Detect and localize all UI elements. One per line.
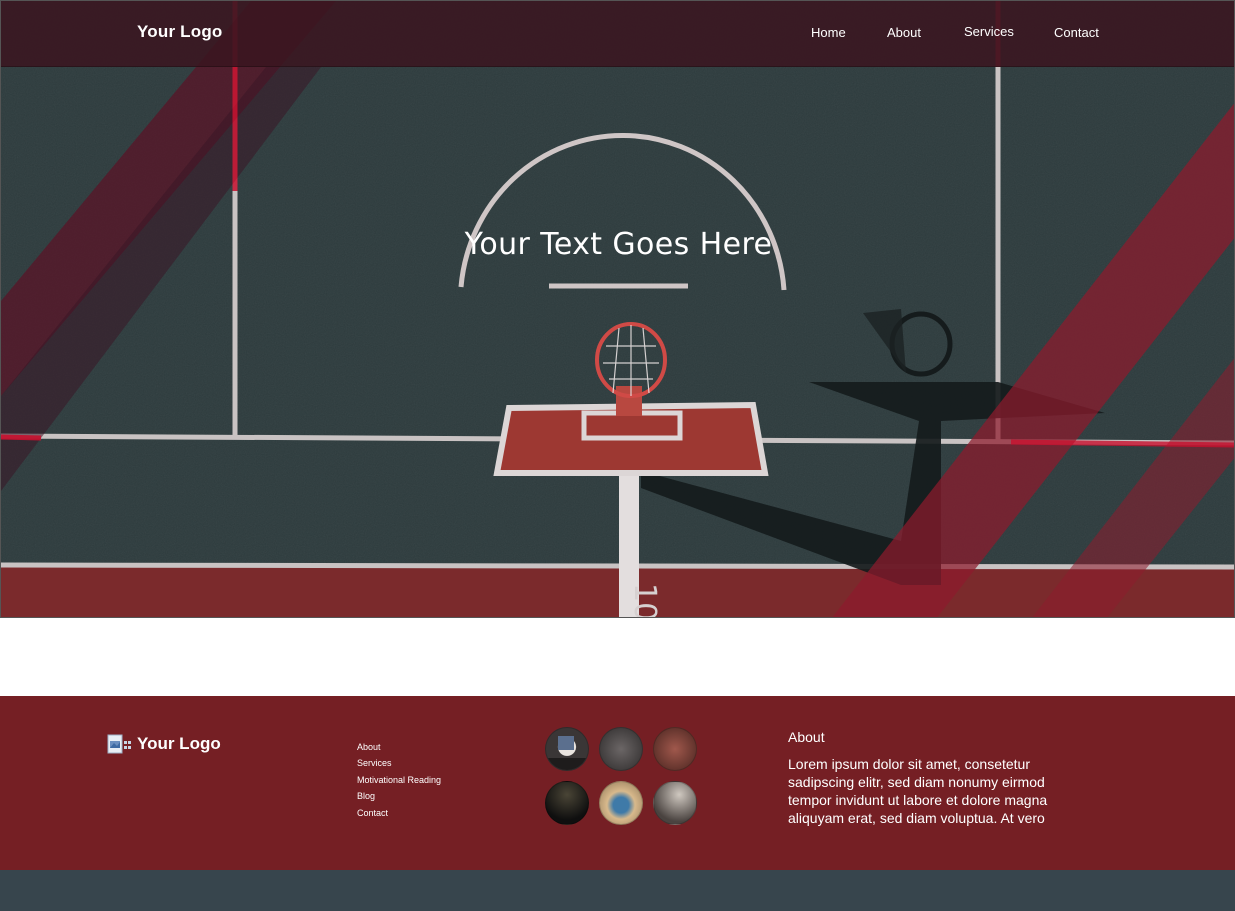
court-number: 10 [627, 583, 662, 618]
nav-home[interactable]: Home [811, 25, 846, 40]
footer-link-list: About Services Motivational Reading Blog… [357, 739, 441, 821]
header-logo[interactable]: Your Logo [137, 22, 223, 42]
hero-section: 10 Your Logo Home About Services Contact… [0, 0, 1235, 618]
gallery-thumbnail-crowd[interactable] [599, 727, 643, 771]
gallery-thumbnail-audience[interactable] [653, 727, 697, 771]
footer-link-blog[interactable]: Blog [357, 788, 441, 804]
gallery-thumbnail-hall[interactable] [653, 781, 697, 825]
nav-services[interactable]: Services [964, 24, 1014, 39]
gallery-thumbnail-speaker[interactable] [599, 781, 643, 825]
footer-link-services[interactable]: Services [357, 755, 441, 771]
bottom-bar [0, 870, 1235, 911]
hero-background-image: 10 [1, 1, 1234, 618]
footer: Your Logo About Services Motivational Re… [0, 696, 1235, 870]
gallery-thumbnail-concert[interactable] [545, 781, 589, 825]
footer-logo[interactable]: Your Logo [107, 733, 221, 755]
image-file-icon [107, 734, 131, 754]
gallery-thumbnail-stage[interactable] [545, 727, 589, 771]
nav-contact[interactable]: Contact [1054, 25, 1099, 40]
footer-link-motivational-reading[interactable]: Motivational Reading [357, 772, 441, 788]
footer-about-text: Lorem ipsum dolor sit amet, consetetur s… [788, 756, 1048, 826]
footer-logo-text: Your Logo [137, 734, 221, 753]
gallery-thumbnails [545, 727, 705, 827]
footer-link-about[interactable]: About [357, 739, 441, 755]
nav-about[interactable]: About [887, 25, 921, 40]
footer-about-title: About [788, 729, 825, 745]
top-navigation-bar: Your Logo Home About Services Contact [1, 1, 1234, 67]
footer-link-contact[interactable]: Contact [357, 805, 441, 821]
hero-title: Your Text Goes Here [464, 227, 773, 262]
